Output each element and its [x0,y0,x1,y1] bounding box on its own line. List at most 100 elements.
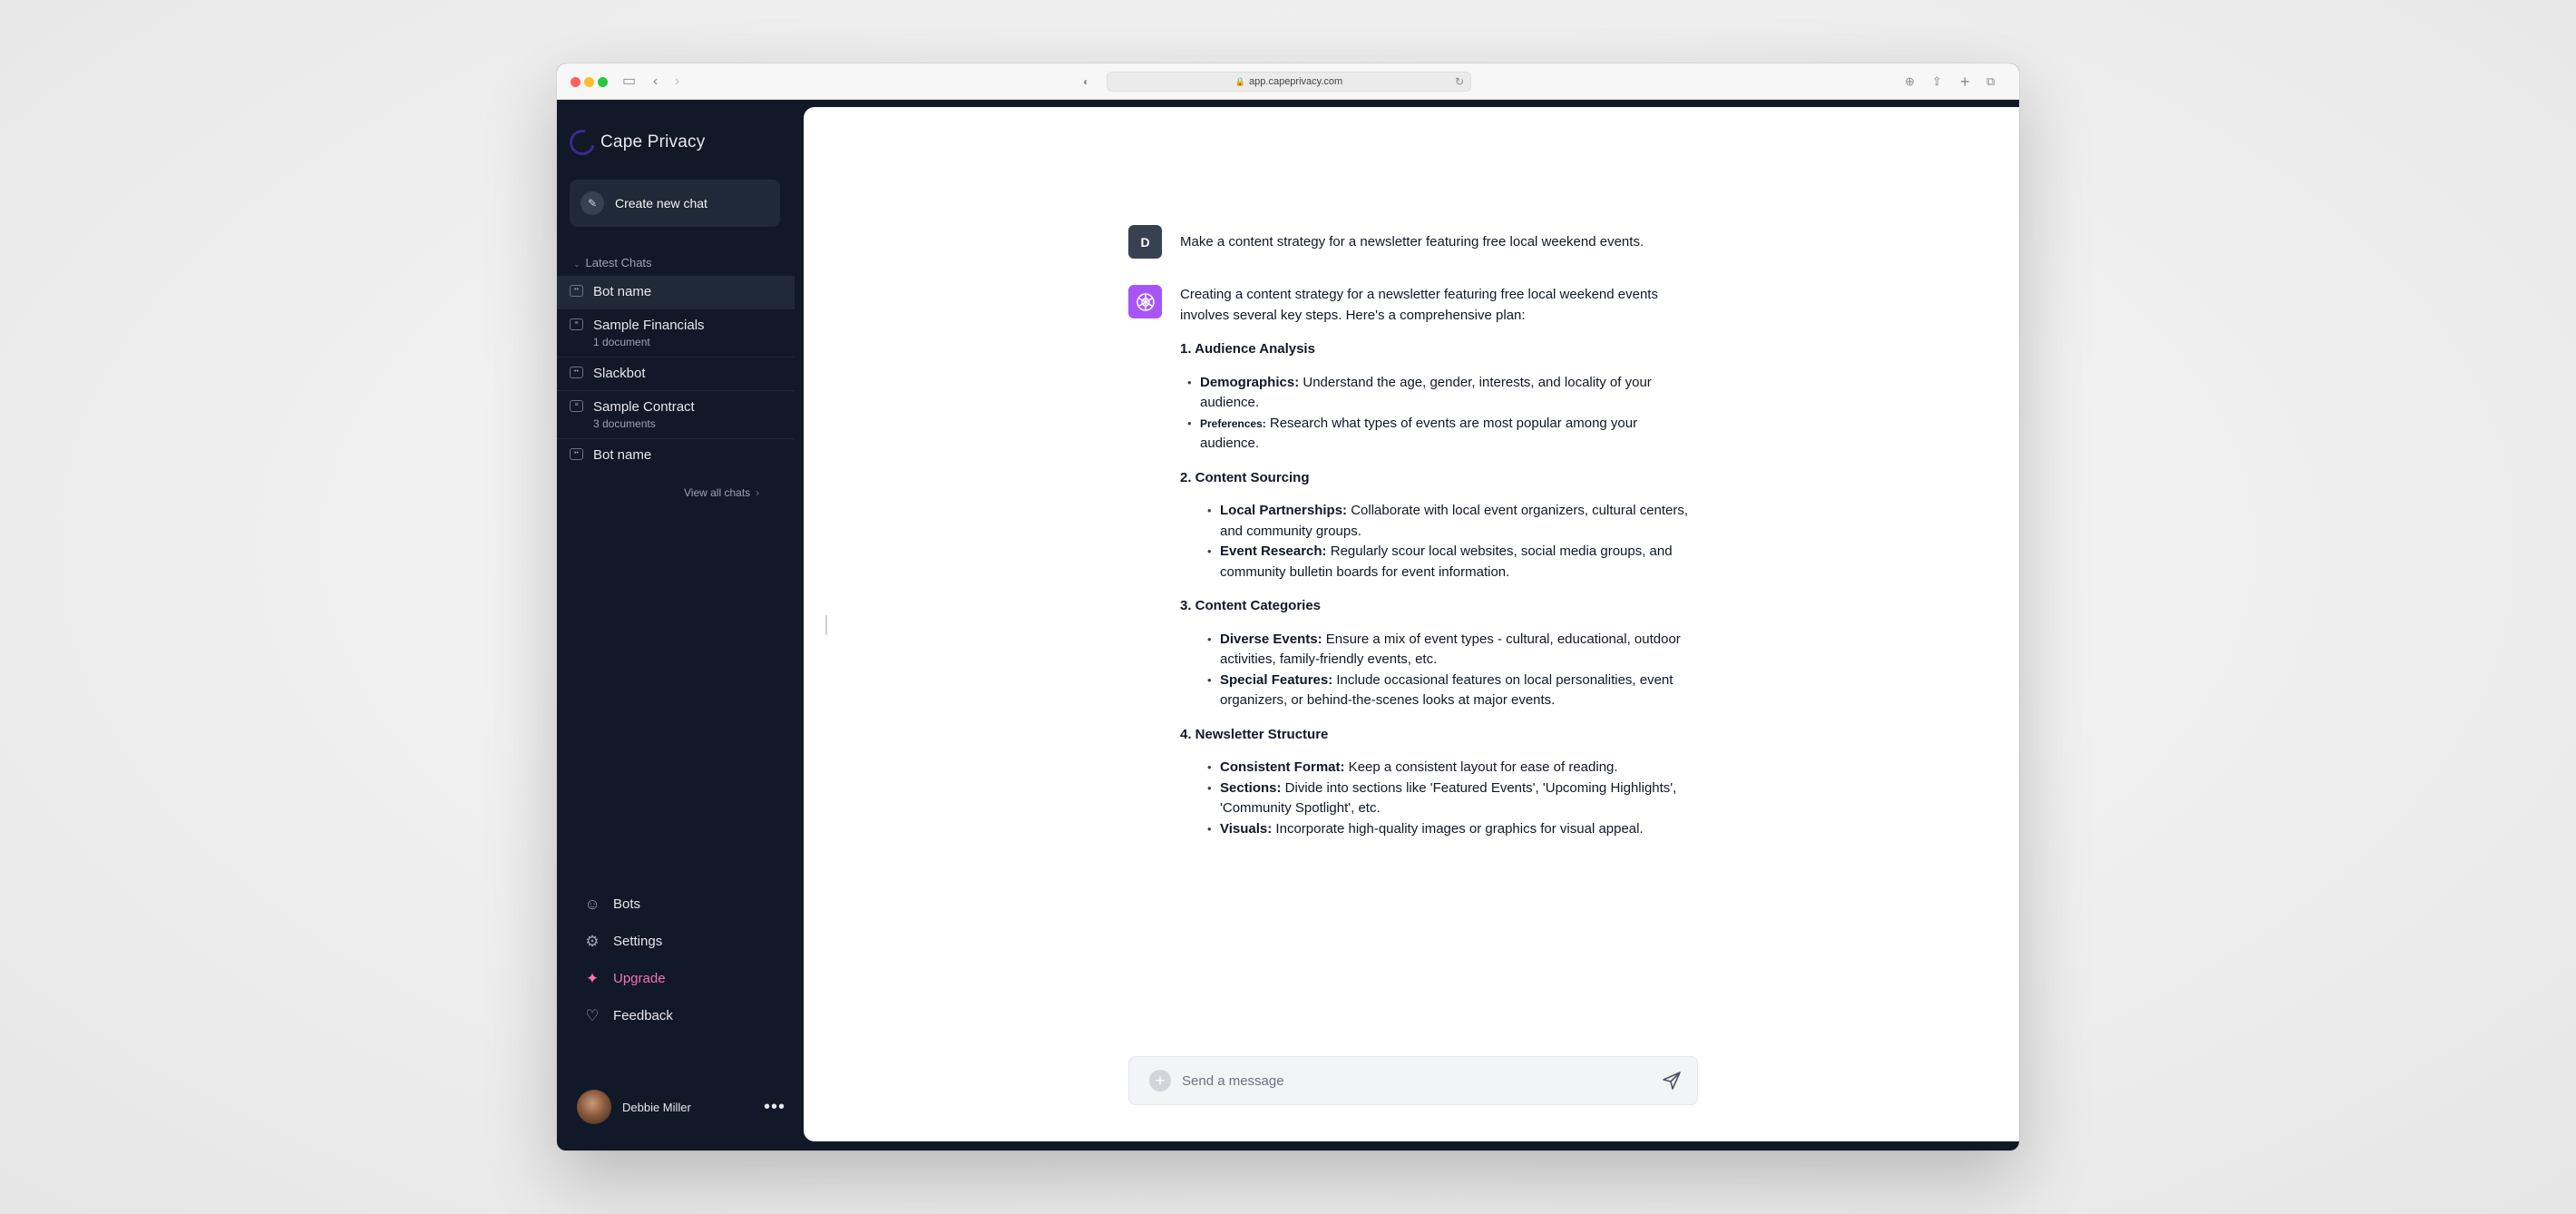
section-heading: 4. Newsletter Structure [1180,726,1329,742]
create-new-chat-label: Create new chat [615,196,707,210]
user-message-text: Make a content strategy for a newsletter… [1180,234,1644,250]
item-text: Incorporate high-quality images or graph… [1272,820,1644,837]
bot-icon: •• [570,285,583,297]
list-item: Visuals: Incorporate high-quality images… [1207,819,1700,840]
item-text: Keep a consistent layout for ease of rea… [1344,759,1618,775]
bot-icon: •• [570,367,583,378]
chat-item-name: Bot name [593,284,652,299]
address-bar[interactable]: 🔒 app.capeprivacy.com ↻ [1107,72,1471,92]
chat-item[interactable]: •• Slackbot [557,357,795,391]
user-message: D Make a content strategy for a newslett… [1128,225,1700,259]
item-label: Diverse Events: [1220,631,1322,647]
document-chat-icon: ≡ [570,400,583,412]
nav-item-feedback[interactable]: ♡ Feedback [582,997,673,1034]
chat-item[interactable]: •• Bot name [557,439,795,472]
item-label: Sections: [1220,779,1282,796]
user-avatar: D [1128,225,1162,259]
tab-overview-icon[interactable]: ⧉ [1986,71,1995,93]
create-new-chat-button[interactable]: ✎ Create new chat [570,180,780,227]
resize-handle[interactable] [825,615,827,635]
list-item: Preferences: Research what types of even… [1187,414,1700,455]
reload-icon[interactable]: ↻ [1455,73,1464,91]
view-all-chats-label: View all chats [684,486,751,499]
sidebar-toggle-icon[interactable]: ▭ [622,71,636,93]
bot-icon: •• [570,448,583,460]
latest-chats-header[interactable]: ⌄ Latest Chats [573,256,652,269]
nav-item-label: Upgrade [613,971,666,986]
item-label: Preferences: [1200,416,1266,430]
list-item: Event Research: Regularly scour local we… [1207,542,1700,583]
message-composer: + [1128,1056,1698,1105]
item-label: Special Features: [1220,671,1333,688]
chat-item-subtitle: 3 documents [593,417,656,430]
latest-chats-label: Latest Chats [585,256,652,269]
section-heading: 1. Audience Analysis [1180,341,1315,357]
user-profile[interactable]: Debbie Miller ••• [577,1089,785,1125]
zoom-window-button[interactable] [598,77,608,87]
item-label: Visuals: [1220,820,1273,837]
gear-icon: ⚙ [585,932,600,950]
new-tab-icon[interactable]: + [1960,71,1970,93]
url-text: app.capeprivacy.com [1249,76,1343,87]
lock-icon: 🔒 [1234,77,1246,86]
list-item: Consistent Format: Keep a consistent lay… [1207,758,1700,778]
nav-item-bots[interactable]: ☺ Bots [582,886,673,923]
feedback-icon: ♡ [585,1006,600,1024]
item-label: Consistent Format: [1220,759,1345,775]
item-text: Research what types of events are most p… [1200,415,1638,452]
chat-panel: D Make a content strategy for a newslett… [804,107,2019,1141]
item-label: Local Partnerships: [1220,503,1348,518]
more-options-icon[interactable]: ••• [764,1097,785,1118]
add-attachment-button[interactable]: + [1149,1070,1171,1092]
nav-item-label: Bots [613,896,641,912]
bot-icon: ☺ [584,895,600,913]
download-icon[interactable]: ⊕ [1905,71,1915,93]
section-heading: 2. Content Sourcing [1180,469,1310,485]
view-all-chats-link[interactable]: View all chats › [684,486,759,499]
assistant-message: Creating a content strategy for a newsle… [1128,285,1700,839]
new-chat-icon: ✎ [581,191,604,215]
list-item: Sections: Divide into sections like 'Fea… [1207,778,1700,819]
minimize-window-button[interactable] [584,77,594,87]
browser-toolbar: ▭ ‹ › ◐ 🔒 app.capeprivacy.com ↻ ⊕ ⇪ + ⧉ [557,64,2019,100]
browser-window: ▭ ‹ › ◐ 🔒 app.capeprivacy.com ↻ ⊕ ⇪ + ⧉ C… [557,64,2019,1150]
avatar [577,1090,611,1124]
sidebar-nav: ☺ Bots ⚙ Settings ✦ Upgrade ♡ Feedback [582,886,673,1034]
chevron-down-icon: ⌄ [573,259,581,269]
nav-item-label: Settings [613,934,663,949]
list-item: Local Partnerships: Collaborate with loc… [1207,501,1700,542]
assistant-logo-icon [1128,285,1162,318]
nav-item-upgrade[interactable]: ✦ Upgrade [582,960,673,997]
privacy-shield-icon[interactable]: ◐ [1083,71,1089,93]
send-button[interactable] [1661,1070,1683,1092]
chat-list: •• Bot name ≡ Sample Financials 1 docume… [557,276,795,472]
chat-item-name: Bot name [593,447,652,463]
forward-icon[interactable]: › [675,71,679,93]
share-icon[interactable]: ⇪ [1932,71,1942,93]
bullet-list: Consistent Format: Keep a consistent lay… [1180,758,1700,839]
item-label: Demographics: [1200,374,1300,390]
send-icon [1663,1072,1681,1090]
list-item: Special Features: Include occasional fea… [1207,671,1700,711]
chat-item[interactable]: ≡ Sample Contract 3 documents [557,391,795,439]
assistant-intro: Creating a content strategy for a newsle… [1180,287,1658,323]
document-chat-icon: ≡ [570,318,583,330]
bullet-list: Diverse Events: Ensure a mix of event ty… [1180,630,1700,711]
sparkle-icon: ✦ [585,969,600,987]
chat-item[interactable]: ≡ Sample Financials 1 document [557,309,795,357]
list-item: Demographics: Understand the age, gender… [1187,373,1700,414]
chat-item-name: Sample Financials [593,318,705,333]
brand: Cape Privacy [564,124,705,161]
bullet-list: Demographics: Understand the age, gender… [1180,373,1700,455]
section-heading: 3. Content Categories [1180,598,1322,613]
chat-item-name: Sample Contract [593,399,695,415]
user-name: Debbie Miller [622,1100,691,1114]
back-icon[interactable]: ‹ [653,71,658,93]
nav-item-settings[interactable]: ⚙ Settings [582,923,673,960]
chat-item[interactable]: •• Bot name [557,276,795,309]
list-item: Diverse Events: Ensure a mix of event ty… [1207,630,1700,671]
item-label: Event Research: [1220,543,1327,559]
close-window-button[interactable] [571,77,581,87]
message-input[interactable] [1182,1072,1661,1089]
assistant-message-body: Creating a content strategy for a newsle… [1180,285,1700,839]
